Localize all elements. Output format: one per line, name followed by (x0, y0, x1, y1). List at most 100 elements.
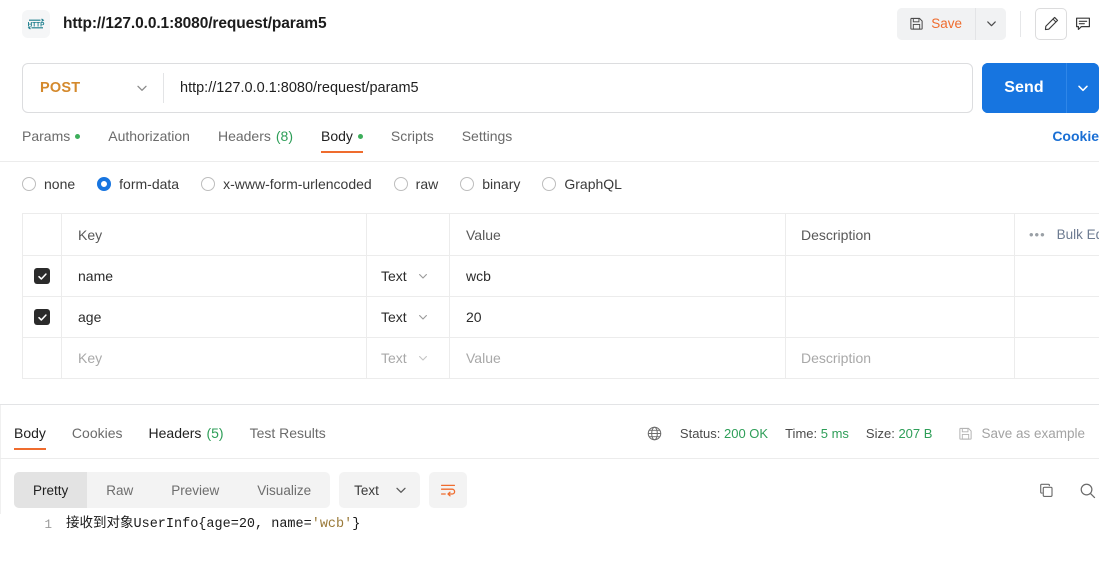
row-description-cell[interactable] (786, 297, 1015, 337)
url-input[interactable] (164, 64, 973, 112)
row-key-value: age (78, 309, 102, 325)
view-mode-raw[interactable]: Raw (87, 472, 152, 508)
body-type-form-data[interactable]: form-data (97, 176, 179, 192)
response-tabs: Body Cookies Headers (5) Test Results St… (0, 425, 1099, 459)
body-type-none[interactable]: none (22, 176, 75, 192)
table-row[interactable]: name Text wcb (23, 256, 1099, 297)
chevron-down-icon (417, 270, 429, 282)
row-checkbox-cell[interactable] (23, 297, 62, 337)
postman-request-window: HTTP http://127.0.0.1:8080/request/param… (0, 0, 1099, 573)
response-format-select[interactable]: Text (339, 472, 420, 508)
body-type-form-data-label: form-data (119, 176, 180, 192)
radio-icon-selected (97, 177, 112, 191)
response-format-label: Text (354, 482, 379, 498)
comments-button[interactable] (1067, 7, 1099, 40)
row-value-cell[interactable]: wcb (450, 256, 786, 296)
row-description-cell[interactable]: Description (786, 338, 1015, 378)
http-icon: HTTP (22, 9, 50, 38)
copy-icon[interactable] (1037, 481, 1056, 500)
header-type-cell (366, 214, 450, 255)
response-tab-cookies[interactable]: Cookies (72, 425, 123, 450)
status-value: 200 OK (724, 426, 769, 441)
response-toolbar-actions (1037, 481, 1099, 500)
line-number: 1 (44, 518, 52, 532)
view-mode-preview[interactable]: Preview (152, 472, 238, 508)
body-type-urlencoded[interactable]: x-www-form-urlencoded (201, 176, 372, 192)
view-mode-pretty[interactable]: Pretty (14, 472, 88, 508)
response-body-viewer[interactable]: 1 接收到对象UserInfo{age=20, name='wcb'} (0, 514, 1099, 573)
radio-icon (460, 177, 475, 191)
tab-headers[interactable]: Headers (8) (218, 128, 293, 153)
response-tab-body[interactable]: Body (14, 425, 46, 450)
tab-headers-label: Headers (217, 128, 271, 144)
row-actions-cell (1015, 256, 1099, 296)
body-type-binary[interactable]: binary (460, 176, 520, 192)
chevron-down-icon (394, 483, 408, 497)
response-tab-test-results-label: Test Results (249, 425, 326, 441)
row-type-select[interactable]: Text (366, 338, 450, 378)
response-tab-cookies-label: Cookies (71, 425, 123, 441)
header-value-label: Value (466, 226, 501, 243)
time-value: 5 ms (820, 426, 849, 441)
radio-icon (393, 177, 408, 191)
body-type-raw[interactable]: raw (393, 176, 438, 192)
row-key-cell[interactable]: name (62, 256, 366, 296)
chevron-down-icon (417, 311, 429, 323)
response-tab-headers[interactable]: Headers (5) (149, 425, 224, 450)
header-actions-cell: ••• Bulk Edit (1015, 214, 1099, 255)
send-button[interactable]: Send (982, 63, 1066, 113)
table-row-placeholder[interactable]: Key Text Value Description (23, 338, 1099, 379)
response-size-stat: Size: 207 B (866, 426, 933, 441)
title-bar: HTTP http://127.0.0.1:8080/request/param… (0, 0, 1099, 47)
response-time-stat: Time: 5 ms (785, 426, 849, 441)
pane-splitter[interactable] (0, 404, 1099, 405)
row-type-select[interactable]: Text (366, 256, 450, 296)
table-row[interactable]: age Text 20 (23, 297, 1099, 338)
wrap-text-icon (439, 481, 457, 499)
wrap-text-button[interactable] (428, 472, 467, 508)
http-method-select[interactable]: POST (23, 64, 163, 112)
cookies-link[interactable]: Cookie (1052, 128, 1099, 153)
row-key-cell[interactable]: Key (62, 338, 366, 378)
search-icon[interactable] (1078, 481, 1097, 500)
response-tab-body-label: Body (14, 425, 46, 441)
tab-authorization[interactable]: Authorization (108, 128, 190, 153)
ellipsis-icon[interactable]: ••• (1029, 227, 1046, 242)
view-mode-visualize[interactable]: Visualize (238, 472, 330, 508)
row-value-cell[interactable]: 20 (450, 297, 786, 337)
row-checkbox-cell[interactable] (23, 338, 62, 378)
code-segment-string: 'wcb' (311, 517, 353, 532)
tab-scripts[interactable]: Scripts (391, 128, 434, 153)
row-key-placeholder: Key (78, 350, 103, 366)
save-dropdown-caret[interactable] (975, 7, 1006, 40)
bulk-edit-button[interactable]: Bulk Edit (1057, 227, 1099, 242)
tab-params[interactable]: Params (22, 128, 81, 153)
row-description-cell[interactable] (786, 256, 1015, 296)
form-data-table: Key Value Description ••• Bulk Edit (22, 213, 1099, 379)
tab-body[interactable]: Body (321, 128, 363, 153)
header-description-cell: Description (786, 214, 1015, 255)
row-actions-cell (1015, 297, 1099, 337)
row-key-cell[interactable]: age (62, 297, 366, 337)
view-mode-segmented-control: Pretty Raw Preview Visualize (14, 472, 331, 508)
url-bar-row: POST Send (0, 63, 1099, 113)
save-button[interactable]: Save (897, 7, 975, 40)
tab-headers-count: (8) (275, 128, 293, 144)
row-checkbox-cell[interactable] (23, 256, 62, 296)
row-description-placeholder: Description (801, 350, 872, 366)
request-tabs-rule (0, 161, 1099, 162)
row-type-select[interactable]: Text (366, 297, 450, 337)
code-segment-plain-end: } (352, 517, 361, 532)
size-value: 207 B (898, 426, 933, 441)
send-dropdown-caret[interactable] (1065, 63, 1099, 113)
row-value-cell[interactable]: Value (450, 338, 786, 378)
response-tab-headers-count: (5) (206, 425, 224, 441)
pencil-icon (1043, 15, 1060, 32)
response-tab-test-results[interactable]: Test Results (250, 425, 326, 450)
row-type-value: Text (381, 309, 407, 325)
tab-settings[interactable]: Settings (462, 128, 513, 153)
edit-request-button[interactable] (1035, 7, 1067, 40)
body-type-graphql[interactable]: GraphQL (542, 176, 622, 192)
save-as-example-button[interactable]: Save as example (958, 426, 1085, 441)
tab-body-label: Body (321, 128, 353, 144)
